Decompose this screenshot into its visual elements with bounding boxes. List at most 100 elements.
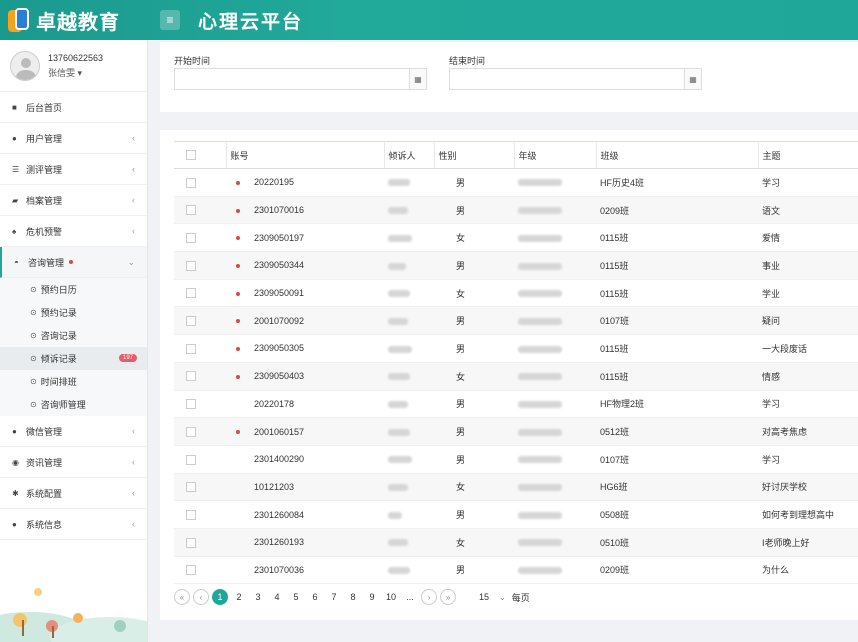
table-row[interactable]: 2001060157男0512班对高考焦虑张信霞 <box>174 417 858 446</box>
table-row[interactable]: 2301260084男0508班如何考到理想高中张倩霞 <box>174 500 858 529</box>
column-header[interactable]: 主题 <box>758 141 858 169</box>
page-number[interactable]: 2 <box>231 589 247 605</box>
page-number[interactable]: 9 <box>364 589 380 605</box>
last-page-icon[interactable]: » <box>440 589 456 605</box>
select-all-header <box>174 141 227 169</box>
table-row[interactable]: 2309050344男0115班事业张信霞 <box>174 251 858 280</box>
brand-logo[interactable]: 卓越教育 <box>0 6 152 35</box>
row-checkbox[interactable] <box>186 454 196 465</box>
page-number[interactable]: ... <box>402 589 418 605</box>
speaker-cell <box>384 390 435 419</box>
table-row[interactable]: 20220178男HF物理2班学习张倩霞 <box>174 390 858 419</box>
account-cell: 20220195 <box>226 168 385 197</box>
sidebar-subitem-3[interactable]: ⊙ 倾诉记录 197 <box>0 347 147 370</box>
sidebar-subitem-0[interactable]: ⊙ 预约日历 <box>0 278 147 301</box>
gender-value: 男 <box>456 454 466 465</box>
row-checkbox[interactable] <box>186 316 196 327</box>
table-row[interactable]: 2001070092男0107班疑问张倩霞 <box>174 306 858 336</box>
sidebar-item-4[interactable]: ♠ 危机预警 ‹ <box>0 216 147 247</box>
select-all-checkbox[interactable] <box>186 150 196 161</box>
page-number[interactable]: 3 <box>250 589 266 605</box>
row-checkbox[interactable] <box>186 233 196 244</box>
row-select-cell <box>174 445 226 474</box>
row-checkbox[interactable] <box>186 260 196 271</box>
grade-cell <box>514 279 597 308</box>
table-row[interactable]: 2301260193女0510班I老师晚上好张信霞 <box>174 528 858 557</box>
menu-toggle-icon[interactable]: ≡ <box>160 10 180 30</box>
table-row[interactable]: 2301070036男0209班为什么张信霞 <box>174 556 858 585</box>
redacted-grade <box>518 456 563 464</box>
start-calendar-icon[interactable]: ▦ <box>409 68 427 90</box>
table-row[interactable]: 20220195男HF历史4班学习张信霞 <box>174 168 858 197</box>
row-checkbox[interactable] <box>186 205 196 216</box>
sidebar: 13760622563 张信雯 ▾ ■ 后台首页 ● 用户管理 ‹ ☰ 测评管理 ‹ ▰ 档案管理… <box>0 40 148 642</box>
wechat-icon: ● <box>12 426 17 436</box>
page-number[interactable]: 6 <box>307 589 323 605</box>
page-number[interactable]: 5 <box>288 589 304 605</box>
sidebar-item-label: 后台首页 <box>26 102 63 113</box>
sidebar-item-1[interactable]: ● 用户管理 ‹ <box>0 123 147 154</box>
column-header[interactable]: 班级 <box>596 141 759 169</box>
row-checkbox[interactable] <box>186 399 196 410</box>
account-value: 2301400290 <box>254 454 305 465</box>
first-page-icon[interactable]: « <box>174 589 190 605</box>
folder-icon: ▰ <box>12 195 19 205</box>
column-header[interactable]: 性别 <box>434 141 515 169</box>
page-number[interactable]: 7 <box>326 589 342 605</box>
column-header[interactable]: 年级 <box>514 141 597 169</box>
user-name-dropdown[interactable]: 张信雯 ▾ <box>48 66 103 79</box>
table-row[interactable]: 2309050091女0115班学业张信霞 <box>174 279 858 308</box>
page-number[interactable]: 10 <box>383 589 399 605</box>
sidebar-item-6[interactable]: ● 微信管理 ‹ <box>0 416 147 447</box>
sidebar-item-3[interactable]: ▰ 档案管理 ‹ <box>0 185 147 216</box>
end-calendar-icon[interactable]: ▦ <box>684 68 702 90</box>
sidebar-item-label: 档案管理 <box>26 195 63 206</box>
sidebar-item-0[interactable]: ■ 后台首页 <box>0 92 147 123</box>
unread-dot <box>236 430 240 435</box>
start-time-input[interactable] <box>174 68 410 90</box>
bell-icon: ♠ <box>12 226 17 236</box>
page-number[interactable]: 8 <box>345 589 361 605</box>
prev-page-icon[interactable]: ‹ <box>193 589 209 605</box>
row-checkbox[interactable] <box>186 288 196 299</box>
row-checkbox[interactable] <box>186 537 196 548</box>
end-time-input[interactable] <box>449 68 685 90</box>
sidebar-subitem-2[interactable]: ⊙ 咨询记录 <box>0 324 147 347</box>
sidebar-item-2[interactable]: ☰ 测评管理 ‹ <box>0 154 147 185</box>
row-checkbox[interactable] <box>186 426 196 437</box>
row-checkbox[interactable] <box>186 177 196 188</box>
table-row[interactable]: 2309050403女0115班情感张信霞 <box>174 362 858 391</box>
top-header: 卓越教育 ≡ 心理云平台 <box>0 0 858 40</box>
next-page-icon[interactable]: › <box>421 589 437 605</box>
column-header[interactable]: 倾诉人 <box>384 141 435 169</box>
topic-cell: 情感 <box>758 362 858 391</box>
sidebar-subitem-5[interactable]: ⊙ 咨询师管理 <box>0 393 147 416</box>
sidebar-subitem-4[interactable]: ⊙ 时间排班 <box>0 370 147 393</box>
table-row[interactable]: 2309050305男0115班一大段废话张信霞 <box>174 334 858 363</box>
row-checkbox[interactable] <box>186 371 196 382</box>
row-checkbox[interactable] <box>186 509 196 520</box>
page-number[interactable]: 1 <box>212 589 228 605</box>
table-row[interactable]: 2301070016男0209班语文<未指定> <box>174 196 858 225</box>
class-cell: HF历史4班 <box>596 168 759 197</box>
row-checkbox[interactable] <box>186 565 196 576</box>
avatar[interactable] <box>10 50 40 81</box>
page-number[interactable]: 4 <box>269 589 285 605</box>
sidebar-subitem-1[interactable]: ⊙ 预约记录 <box>0 301 147 324</box>
sidebar-item-8[interactable]: ✱ 系统配置 ‹ <box>0 478 147 509</box>
class-cell: 0209班 <box>596 196 759 225</box>
sidebar-item-5[interactable]: ◓ 咨询管理 ⌄ <box>0 247 147 278</box>
row-checkbox[interactable] <box>186 482 196 493</box>
table-row[interactable]: 2309050197女0115班爱情张倩霞 <box>174 223 858 253</box>
redacted-name <box>388 262 407 270</box>
grid-icon: ■ <box>12 102 17 112</box>
sidebar-item-7[interactable]: ◉ 资讯管理 ‹ <box>0 447 147 478</box>
topic-cell: 一大段废话 <box>758 334 858 363</box>
column-header[interactable]: 账号 <box>226 141 385 169</box>
table-row[interactable]: 2301400290男0107班学习张信霞 <box>174 445 858 474</box>
grade-cell <box>514 306 597 336</box>
table-row[interactable]: 10121203女HG6班好讨厌学校张倩霞 <box>174 473 858 502</box>
row-checkbox[interactable] <box>186 343 196 354</box>
redacted-name <box>388 456 413 464</box>
page-size-select[interactable]: 15 ⌄ 每页 <box>469 591 530 604</box>
